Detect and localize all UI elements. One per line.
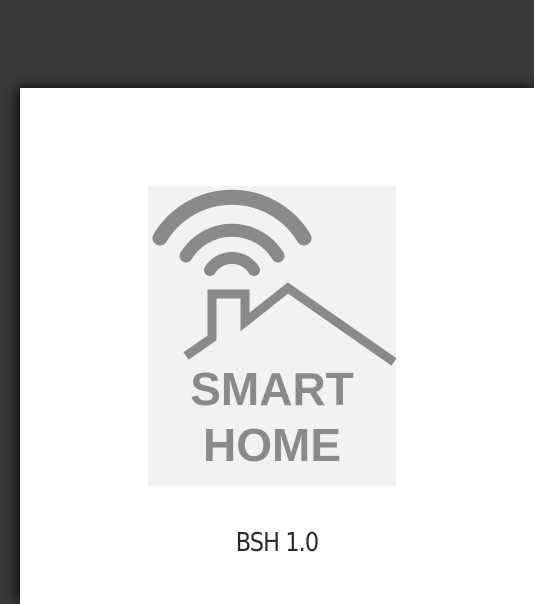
logo-text-home: HOME xyxy=(203,419,341,471)
splash-card: SMART HOME BSH 1.0 xyxy=(20,88,534,604)
wifi-arc-inner xyxy=(204,251,260,276)
window-top-bar xyxy=(0,0,534,88)
logo-text-smart: SMART xyxy=(190,363,354,415)
version-label: BSH 1.0 xyxy=(235,528,319,558)
smart-home-logo: SMART HOME xyxy=(148,186,396,486)
house-roof-outline xyxy=(183,282,396,366)
